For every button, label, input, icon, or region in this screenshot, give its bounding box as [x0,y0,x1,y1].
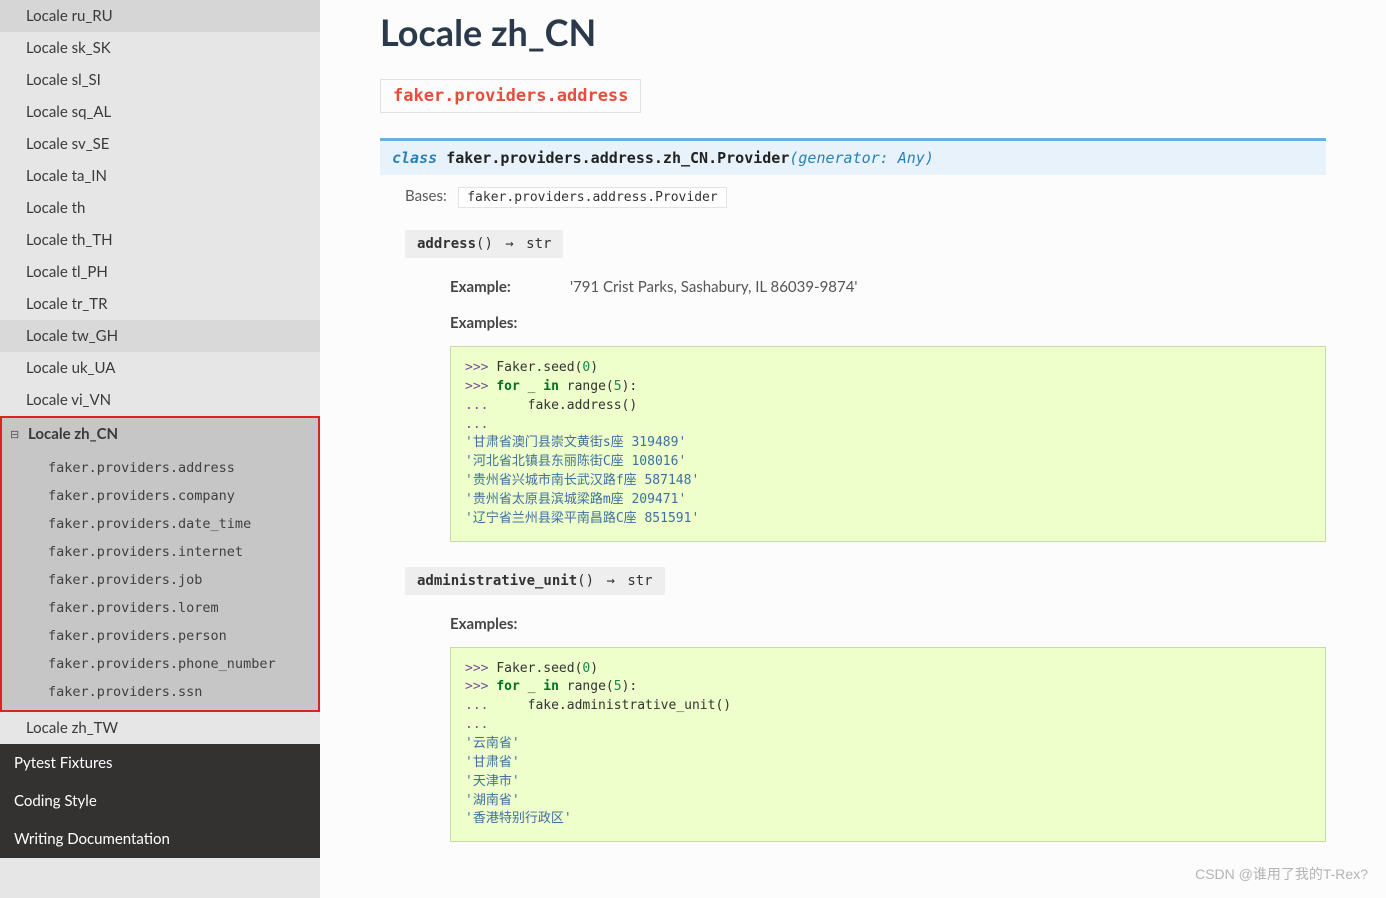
sidebar: Locale ru_RULocale sk_SKLocale sl_SILoca… [0,0,320,898]
nav-subitem[interactable]: faker.providers.phone_number [2,650,318,678]
class-params: (generator: Any) [789,149,934,167]
method-signature: address() → str [405,230,563,258]
class-keyword: class [392,149,437,167]
examples-label: Examples: [450,314,1326,332]
nav-item[interactable]: Locale sk_SK [0,32,320,64]
code-block: >>> Faker.seed(0) >>> for _ in range(5):… [450,647,1326,843]
nav-subitem[interactable]: faker.providers.internet [2,538,318,566]
nav-footer-item[interactable]: Writing Documentation [0,820,320,858]
page-title: Locale zh_CN [380,10,1326,54]
class-signature: class faker.providers.address.zh_CN.Prov… [380,138,1326,175]
nav-item[interactable]: Locale sl_SI [0,64,320,96]
nav-item[interactable]: Locale vi_VN [0,384,320,416]
nav-item[interactable]: Locale sq_AL [0,96,320,128]
nav-item[interactable]: Locale th_TH [0,224,320,256]
method-block: address() → str Example:'791 Crist Parks,… [405,230,1326,542]
nav-item-active[interactable]: Locale zh_CN [2,418,318,450]
bases-label: Bases: [405,187,447,205]
method-block: administrative_unit() → str Examples: >>> … [405,567,1326,843]
nav-subitems: faker.providers.addressfaker.providers.c… [2,450,318,710]
nav-item[interactable]: Locale tr_TR [0,288,320,320]
module-name: faker.providers.address [393,86,628,106]
example-row: Example:'791 Crist Parks, Sashabury, IL … [450,278,1326,296]
nav-footer-item[interactable]: Coding Style [0,782,320,820]
nav-item[interactable]: Locale uk_UA [0,352,320,384]
nav-subitem[interactable]: faker.providers.person [2,622,318,650]
nav-subitem[interactable]: faker.providers.address [2,454,318,482]
bases-row: Bases: faker.providers.address.Provider [405,187,1326,205]
nav-subitem[interactable]: faker.providers.lorem [2,594,318,622]
nav-item[interactable]: Locale zh_TW [0,712,320,744]
bases-value: faker.providers.address.Provider [458,187,726,208]
class-path: faker.providers.address.zh_CN. [446,149,717,167]
method-body: Example:'791 Crist Parks, Sashabury, IL … [450,278,1326,542]
nav-subitem[interactable]: faker.providers.company [2,482,318,510]
nav-item[interactable]: Locale ta_IN [0,160,320,192]
nav-item[interactable]: Locale th [0,192,320,224]
method-body: Examples: >>> Faker.seed(0) >>> for _ in … [450,615,1326,843]
class-name: Provider [717,149,789,167]
nav-item[interactable]: Locale tw_GH [0,320,320,352]
nav-subitem[interactable]: faker.providers.date_time [2,510,318,538]
nav-item[interactable]: Locale ru_RU [0,0,320,32]
nav-footer: Pytest FixturesCoding StyleWriting Docum… [0,744,320,858]
highlight-box: Locale zh_CN faker.providers.addressfake… [0,416,320,712]
nav-item[interactable]: Locale sv_SE [0,128,320,160]
nav-footer-item[interactable]: Pytest Fixtures [0,744,320,782]
nav-subitem[interactable]: faker.providers.job [2,566,318,594]
module-box: faker.providers.address [380,79,641,113]
code-block: >>> Faker.seed(0) >>> for _ in range(5):… [450,346,1326,542]
main-content: Locale zh_CN faker.providers.address cla… [320,0,1386,898]
nav-subitem[interactable]: faker.providers.ssn [2,678,318,706]
examples-label: Examples: [450,615,1326,633]
nav-item[interactable]: Locale tl_PH [0,256,320,288]
method-signature: administrative_unit() → str [405,567,665,595]
